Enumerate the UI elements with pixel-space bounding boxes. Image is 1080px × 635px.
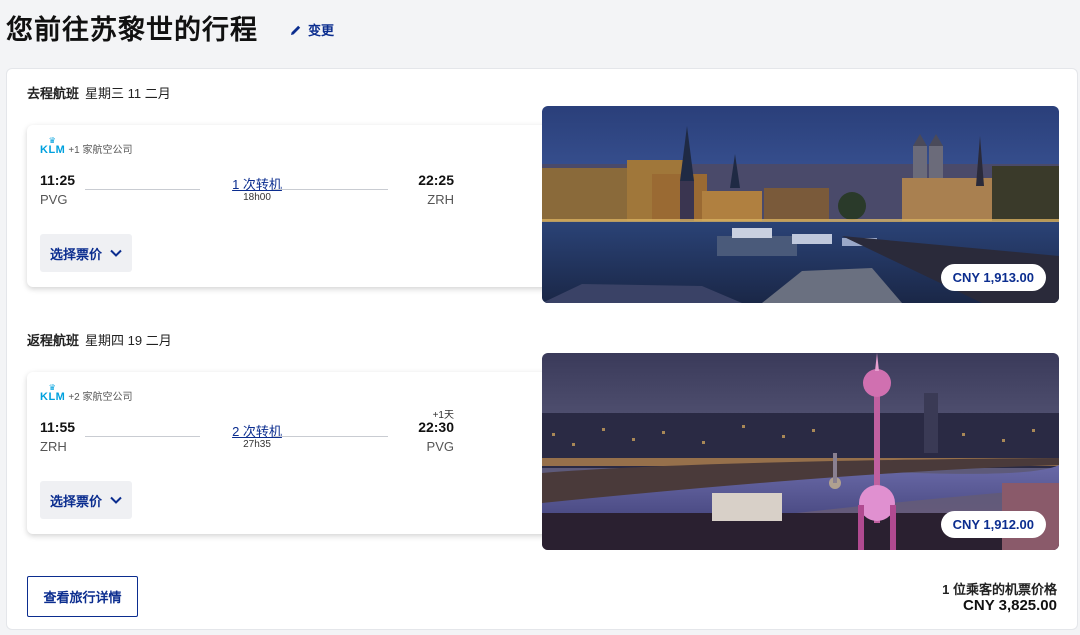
pencil-icon [291, 25, 301, 35]
outbound-arrival-time: 22:25 [418, 172, 454, 188]
outbound-fare-label: 选择票价 [49, 246, 102, 262]
page-title: 您前往苏黎世的行程 [6, 15, 258, 45]
inbound-price-badge: CNY 1,912.00 [940, 511, 1046, 538]
chevron-down-icon [110, 496, 122, 504]
inbound-arrival-time: 22:30 [418, 419, 454, 435]
outbound-stops-link[interactable]: 1 次转机 [212, 174, 302, 193]
inbound-airline: ♛ KLM +2 家航空公司 [40, 383, 133, 404]
inbound-fare-label: 选择票价 [49, 493, 102, 509]
total-price: CNY 3,825.00 [963, 597, 1057, 614]
outbound-price-badge: CNY 1,913.00 [940, 264, 1046, 291]
view-trip-details-button[interactable]: 查看旅行详情 [27, 576, 138, 617]
inbound-duration: 27h35 [243, 439, 271, 450]
chevron-down-icon [110, 249, 122, 257]
inbound-date: 星期四 19 二月 [85, 333, 172, 348]
outbound-route-line-right [273, 189, 388, 190]
outbound-departure-code: PVG [40, 192, 68, 207]
outbound-label: 去程航班 [27, 86, 80, 101]
inbound-route-line-left [85, 436, 200, 437]
inbound-stops-link[interactable]: 2 次转机 [212, 421, 302, 440]
outbound-airline-extra: +1 家航空公司 [68, 145, 133, 156]
change-label: 变更 [308, 23, 335, 38]
inbound-arrival-code: PVG [426, 439, 454, 454]
inbound-header: 返程航班 星期四 19 二月 [27, 330, 172, 349]
zurich-image: CNY 1,913.00 [542, 106, 1059, 303]
outbound-departure-time: 11:25 [40, 172, 76, 188]
inbound-flight-card: ♛ KLM +2 家航空公司 +1天 11:55 ZRH 2 次转机 27h35… [27, 372, 557, 534]
change-link[interactable]: 变更 [290, 20, 334, 39]
outbound-select-fare-button[interactable]: 选择票价 [40, 234, 132, 272]
inbound-select-fare-button[interactable]: 选择票价 [40, 481, 132, 519]
total-price-label: 1 位乘客的机票价格 [942, 582, 1057, 597]
klm-logo-icon: ♛ KLM [40, 383, 66, 403]
inbound-airline-extra: +2 家航空公司 [68, 392, 133, 403]
inbound-departure-time: 11:55 [40, 419, 76, 435]
shanghai-image: CNY 1,912.00 [542, 353, 1059, 550]
outbound-arrival-code: ZRH [427, 192, 454, 207]
outbound-header: 去程航班 星期三 11 二月 [27, 83, 171, 102]
outbound-route-line-left [85, 189, 200, 190]
outbound-airline: ♛ KLM +1 家航空公司 [40, 136, 133, 157]
inbound-departure-code: ZRH [40, 439, 67, 454]
outbound-date: 星期三 11 二月 [85, 86, 171, 101]
klm-logo-icon: ♛ KLM [40, 136, 66, 156]
outbound-flight-card: ♛ KLM +1 家航空公司 11:25 PVG 1 次转机 18h00 22:… [27, 125, 557, 287]
itinerary-panel: 去程航班 星期三 11 二月 ♛ KLM +1 家航空公司 11:25 PVG 1… [6, 68, 1078, 630]
outbound-duration: 18h00 [243, 192, 271, 203]
inbound-label: 返程航班 [27, 333, 80, 348]
inbound-route-line-right [273, 436, 388, 437]
